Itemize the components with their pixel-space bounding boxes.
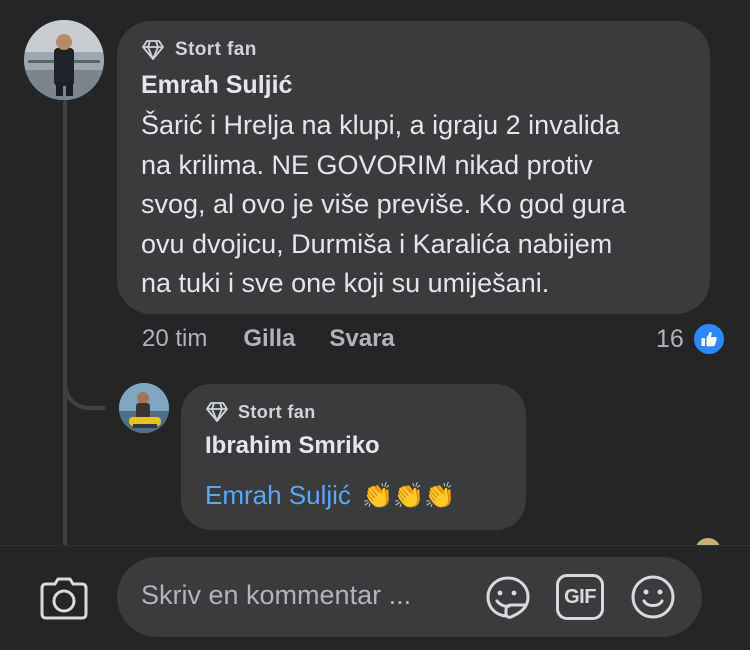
comment-timestamp: 20 tim (142, 325, 208, 352)
comment-author[interactable]: Emrah Suljić (141, 71, 686, 100)
comment-input[interactable]: Skriv en kommentar ... GIF (117, 557, 702, 637)
reply-avatar[interactable] (119, 383, 169, 433)
comment-placeholder: Skriv en kommentar ... (141, 580, 412, 610)
comment-text: Šarić i Hrelja na klupi, a igraju 2 inva… (141, 106, 686, 304)
reply-text: Emrah Suljić 👏👏👏 (205, 480, 502, 511)
comment-text-line: na tuki i sve one koji su umiješani. (141, 268, 550, 298)
like-button[interactable]: Gilla (243, 325, 295, 353)
comment-bubble[interactable]: Stort fan Emrah Suljić Šarić i Hrelja na… (117, 21, 710, 314)
sticker-icon[interactable] (483, 573, 533, 621)
comment-text-line: na krilima. NE GOVORIM nikad protiv (141, 149, 593, 180)
top-fan-badge: Stort fan (205, 401, 502, 423)
reply-button[interactable]: Svara (329, 325, 394, 353)
camera-icon[interactable] (38, 574, 90, 622)
comment-text-line: Šarić i Hrelja na klupi, a igraju 2 inva… (141, 110, 620, 140)
reply-author[interactable]: Ibrahim Smriko (205, 432, 502, 460)
thread-line (63, 100, 67, 545)
profile-photo (24, 20, 104, 100)
reaction-count: 16 (656, 324, 684, 353)
reaction-summary[interactable]: 16 (656, 322, 726, 356)
profile-photo (119, 383, 169, 433)
badge-label: Stort fan (238, 401, 316, 422)
clapping-hands-emoji: 👏👏👏 (362, 482, 456, 510)
diamond-icon (206, 402, 228, 422)
top-fan-badge: Stort fan (141, 39, 686, 61)
comment-actions: 20 tim Gilla Svara (142, 325, 395, 353)
badge-label: Stort fan (175, 39, 257, 60)
diamond-icon (142, 40, 164, 60)
gif-button[interactable]: GIF (556, 574, 604, 620)
thread-branch (63, 340, 105, 410)
comment-text-line: ovu dvojicu, Durmiša i Karalića nabijem (141, 228, 613, 259)
gif-label: GIF (564, 585, 596, 608)
reply-bubble[interactable]: Stort fan Ibrahim Smriko Emrah Suljić 👏👏… (181, 384, 526, 530)
comment-text-line: svog, al ovo je više previše. Ko god gur… (141, 189, 626, 219)
avatar[interactable] (24, 20, 104, 100)
thumbs-up-icon (691, 322, 726, 356)
smiley-icon[interactable] (629, 573, 677, 621)
mention-link[interactable]: Emrah Suljić (205, 480, 351, 510)
